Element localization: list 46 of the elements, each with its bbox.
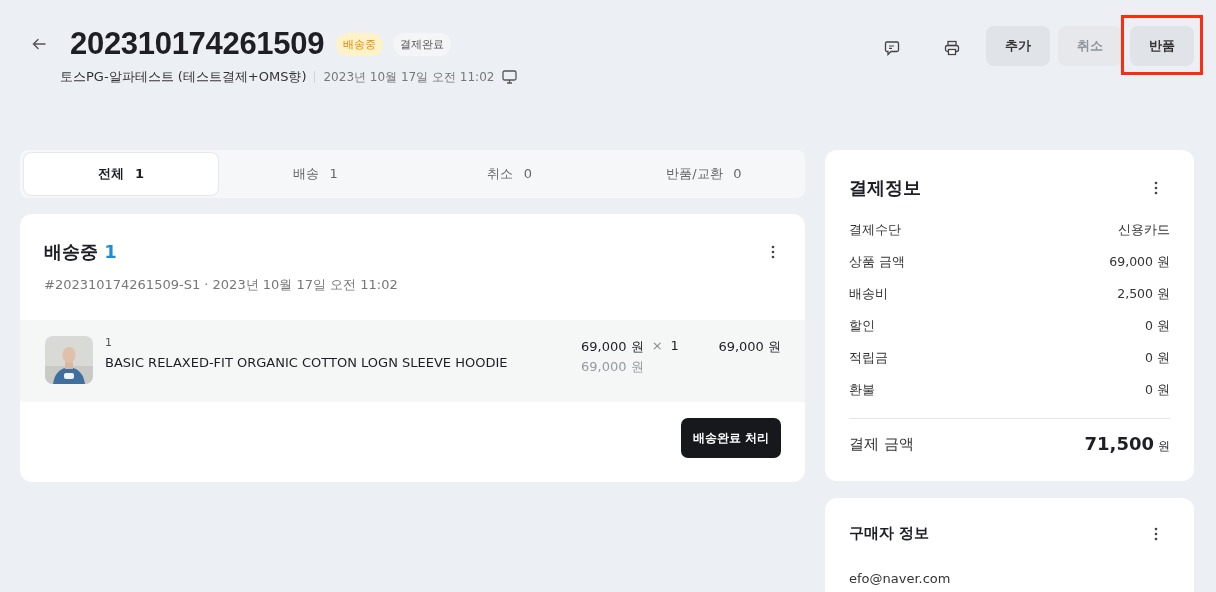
original-price: 69,000 원 (581, 358, 645, 376)
row-label: 적립금 (849, 350, 888, 367)
row-value: 0 원 (1145, 350, 1170, 367)
more-icon[interactable] (771, 245, 775, 259)
row-label: 결제수단 (849, 222, 901, 239)
quantity: 1 (670, 338, 679, 355)
action-button[interactable]: 반품 (1130, 26, 1194, 66)
shipment-title: 배송중 1 (44, 240, 117, 264)
monitor-icon (502, 70, 518, 84)
more-icon[interactable] (1154, 181, 1158, 195)
order-number: 202310174261509 (70, 26, 325, 62)
row-value: 69,000 원 (1109, 254, 1170, 271)
tab[interactable]: 취소 0 (412, 153, 607, 195)
buyer-email: efo@naver.com (849, 571, 952, 586)
row-label: 배송비 (849, 286, 888, 303)
row-value: 0 원 (1145, 382, 1170, 399)
action-button[interactable]: 추가 (986, 26, 1050, 66)
card-title: 구매자 정보 (849, 524, 930, 543)
store-name: 토스PG-알파테스트 (테스트결제+OMS향) (60, 68, 307, 86)
total-label: 결제 금액 (849, 434, 914, 454)
tab[interactable]: 반품/교환 0 (606, 153, 801, 195)
unit-price: 69,000 원 (581, 338, 644, 356)
row-value: 신용카드 (1118, 222, 1170, 239)
order-date: 2023년 10월 17일 오전 11:02 (323, 68, 495, 86)
status-badge: 결제완료 (393, 32, 452, 56)
tab[interactable]: 전체 1 (24, 153, 219, 195)
row-label: 환불 (849, 382, 875, 399)
card-title: 결제정보 (849, 176, 921, 200)
product-name: BASIC RELAXED-FIT ORGANIC COTTON LOGN SLEEVE HOODIE (105, 355, 509, 370)
shipment-meta: #202310174261509-S1 · 2023년 10월 17일 오전 11:02 (43, 276, 399, 294)
row-label: 할인 (849, 318, 875, 335)
row-label: 상품 금액 (849, 254, 905, 271)
total-amount: 71,500 (1084, 433, 1154, 454)
item-number: 1 (105, 336, 113, 349)
item-total: 69,000 원 (717, 338, 781, 356)
row-value: 2,500 원 (1117, 286, 1170, 303)
chat-icon (884, 40, 900, 56)
complete-delivery-button[interactable]: 배송완료 처리 (680, 418, 781, 458)
more-icon[interactable] (1154, 526, 1158, 541)
multiply-sign: × (651, 338, 663, 355)
printer-icon (944, 40, 960, 56)
tab[interactable]: 배송 1 (218, 153, 413, 195)
row-value: 0 원 (1145, 318, 1170, 335)
currency-unit: 원 (1158, 439, 1170, 453)
back-icon (32, 38, 46, 50)
status-badge: 배송중 (336, 32, 384, 56)
